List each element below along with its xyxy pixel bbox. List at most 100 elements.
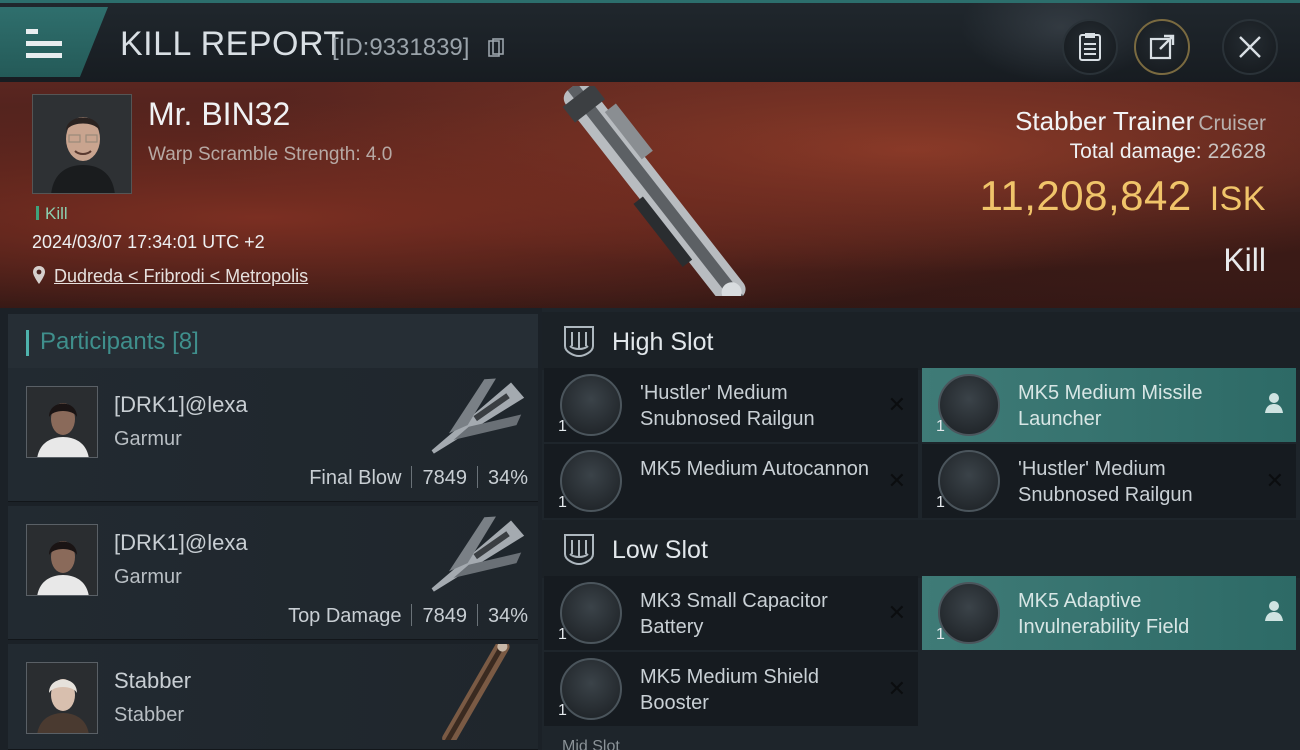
- low-slot-icon: [564, 534, 594, 566]
- report-id: [ID:9331839]: [332, 34, 470, 61]
- module-item[interactable]: 1 'Hustler' Medium Snubnosed Railgun ✕: [922, 444, 1296, 518]
- victim-ship[interactable]: Stabber Trainer Cruiser: [1015, 106, 1266, 137]
- hamburger-icon: [26, 29, 62, 59]
- module-name: MK5 Adaptive Invulnerability Field: [1018, 590, 1190, 638]
- participant-percent: 34%: [487, 467, 528, 489]
- module-name: 'Hustler' Medium Snubnosed Railgun: [640, 382, 815, 430]
- isk-amount: 11,208,842: [979, 172, 1192, 219]
- participants-title: Participants [8]: [40, 328, 199, 355]
- victim-banner: Mr. BIN32 Warp Scramble Strength: 4.0 Ki…: [0, 82, 1300, 308]
- module-qty: 1: [936, 494, 945, 511]
- participant-ship: Stabber: [114, 704, 185, 726]
- kill-datetime: 2024/03/07 17:34:01 UTC +2: [32, 232, 265, 252]
- participants-panel: Participants [8] [DRK1]@lexa Garmur Fina…: [0, 308, 542, 750]
- missile-launcher-icon: [938, 374, 1000, 436]
- autocannon-icon: [560, 450, 622, 512]
- participant-stats: Top Damage 7849 34%: [288, 604, 528, 628]
- mid-slot-label: Mid Slot: [562, 738, 620, 750]
- low-slot-header: Low Slot: [542, 520, 1300, 578]
- invulnerability-field-icon: [938, 582, 1000, 644]
- ship-class: Cruiser: [1198, 112, 1266, 135]
- participant-damage: 7849: [422, 467, 467, 489]
- module-name: MK5 Medium Missile Launcher: [1018, 382, 1203, 430]
- participant-card[interactable]: [DRK1]@lexa Garmur Final Blow 7849 34%: [8, 368, 538, 502]
- page-title: KILL REPORT: [120, 25, 345, 63]
- participant-ship-image: [431, 378, 525, 454]
- total-damage-label: Total damage:: [1069, 140, 1202, 163]
- module-item[interactable]: 1 MK5 Medium Missile Launcher: [922, 368, 1296, 442]
- shield-booster-icon: [560, 658, 622, 720]
- close-button[interactable]: [1222, 19, 1278, 75]
- fitting-panel: High Slot 1 'Hustler' Medium Snubnosed R…: [542, 308, 1300, 750]
- module-name: 'Hustler' Medium Snubnosed Railgun: [1018, 458, 1193, 506]
- victim-name[interactable]: Mr. BIN32: [148, 96, 290, 133]
- participant-role: Final Blow: [309, 467, 402, 489]
- warp-scramble-strength: Warp Scramble Strength: 4.0: [148, 144, 393, 165]
- export-icon: [1149, 34, 1175, 60]
- module-qty: 1: [936, 626, 945, 643]
- header-accent: [26, 330, 29, 356]
- location-link[interactable]: Dudreda < Fribrodi < Metropolis: [54, 266, 308, 287]
- clipboard-icon: [1079, 33, 1101, 61]
- module-item[interactable]: 1 MK5 Medium Autocannon ✕: [544, 444, 918, 518]
- dropped-icon: [1265, 393, 1283, 413]
- module-qty: 1: [558, 626, 567, 643]
- participant-percent: 34%: [487, 605, 528, 627]
- participant-role: Top Damage: [288, 605, 402, 627]
- participant-ship-image: [431, 516, 525, 592]
- module-qty: 1: [558, 494, 567, 511]
- module-name: MK5 Medium Shield Booster: [640, 666, 819, 714]
- module-qty: 1: [558, 702, 567, 719]
- location-pin-icon: [33, 266, 45, 284]
- participant-ship: Garmur: [114, 566, 182, 588]
- close-icon: [1239, 36, 1261, 58]
- export-button[interactable]: [1134, 19, 1190, 75]
- participant-name: Stabber: [114, 668, 192, 693]
- high-slot-label: High Slot: [612, 328, 714, 356]
- destroyed-icon: ✕: [1265, 468, 1284, 493]
- clipboard-button[interactable]: [1062, 19, 1118, 75]
- participant-avatar: [26, 386, 98, 458]
- participant-name: [DRK1]@lexa: [114, 530, 248, 555]
- participant-card[interactable]: Stabber Stabber: [8, 644, 538, 750]
- isk-unit: ISK: [1209, 180, 1266, 218]
- participants-header: Participants [8]: [8, 314, 538, 370]
- dropped-icon: [1265, 601, 1283, 621]
- copy-id-icon[interactable]: [488, 38, 504, 58]
- ship-name: Stabber Trainer: [1015, 106, 1195, 136]
- result-label: Kill: [1223, 242, 1266, 278]
- module-qty: 1: [558, 418, 567, 435]
- participant-ship-image: [442, 644, 510, 740]
- isk-value: 11,208,842 ISK: [980, 172, 1266, 220]
- module-item[interactable]: 1 'Hustler' Medium Snubnosed Railgun ✕: [544, 368, 918, 442]
- header-decoration: [960, 3, 1160, 83]
- destroyed-icon: ✕: [887, 468, 906, 493]
- victim-ship-image: [562, 86, 746, 296]
- destroyed-icon: ✕: [887, 600, 906, 625]
- participant-avatar: [26, 524, 98, 596]
- destroyed-icon: ✕: [887, 392, 906, 417]
- participants-count: [8]: [172, 328, 199, 355]
- module-qty: 1: [936, 418, 945, 435]
- module-item[interactable]: 1 MK5 Adaptive Invulnerability Field: [922, 576, 1296, 650]
- participant-ship: Garmur: [114, 428, 182, 450]
- railgun-icon: [560, 374, 622, 436]
- high-slot-icon: [564, 326, 594, 358]
- participant-avatar: [26, 662, 98, 734]
- module-item[interactable]: 1 MK3 Small Capacitor Battery ✕: [544, 576, 918, 650]
- participant-damage: 7849: [422, 605, 467, 627]
- menu-button[interactable]: [0, 7, 108, 77]
- top-bar: KILL REPORT [ID:9331839]: [0, 0, 1300, 83]
- destroyed-icon: ✕: [887, 676, 906, 701]
- module-item[interactable]: 1 MK5 Medium Shield Booster ✕: [544, 652, 918, 726]
- participant-name: [DRK1]@lexa: [114, 392, 248, 417]
- total-damage-value: 22628: [1207, 140, 1266, 163]
- module-name: MK3 Small Capacitor Battery: [640, 590, 828, 638]
- participant-stats: Final Blow 7849 34%: [309, 466, 528, 490]
- kill-tag: Kill: [36, 204, 68, 224]
- high-slot-header: High Slot: [542, 312, 1300, 370]
- participant-card[interactable]: [DRK1]@lexa Garmur Top Damage 7849 34%: [8, 506, 538, 640]
- total-damage: Total damage: 22628: [1070, 140, 1266, 164]
- victim-avatar[interactable]: [32, 94, 132, 194]
- capacitor-battery-icon: [560, 582, 622, 644]
